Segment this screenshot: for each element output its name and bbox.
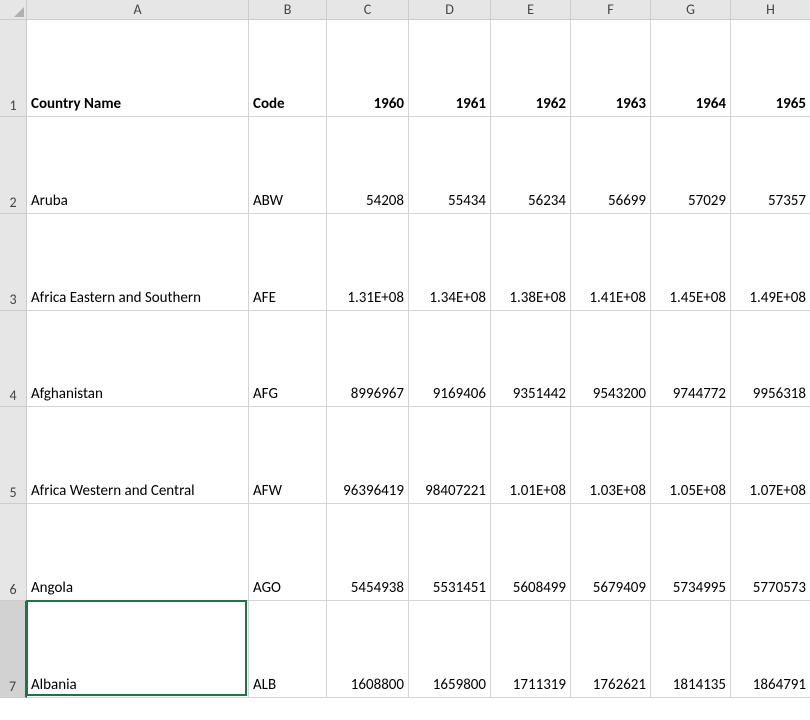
row-headers: 1234567 — [0, 20, 27, 698]
cell-B1[interactable]: Code — [249, 20, 327, 117]
cell-H1[interactable]: 1965 — [731, 20, 810, 117]
cell-G2[interactable]: 57029 — [651, 117, 731, 214]
cell-D6[interactable]: 5531451 — [409, 504, 491, 601]
cell-G5[interactable]: 1.05E+08 — [651, 407, 731, 504]
cell-D1[interactable]: 1961 — [409, 20, 491, 117]
cell-D7[interactable]: 1659800 — [409, 601, 491, 698]
row-header-3[interactable]: 3 — [0, 214, 27, 311]
cell-E2[interactable]: 56234 — [491, 117, 571, 214]
cell-A2[interactable]: Aruba — [27, 117, 249, 214]
cell-A4[interactable]: Afghanistan — [27, 311, 249, 407]
cell-C7[interactable]: 1608800 — [327, 601, 409, 698]
row-header-4[interactable]: 4 — [0, 311, 27, 407]
cell-C6[interactable]: 5454938 — [327, 504, 409, 601]
row-header-5[interactable]: 5 — [0, 407, 27, 504]
spreadsheet: ABCDEFGH 1234567 Country NameCode1960196… — [0, 0, 810, 720]
cell-D3[interactable]: 1.34E+08 — [409, 214, 491, 311]
row-header-6[interactable]: 6 — [0, 504, 27, 601]
column-header-G[interactable]: G — [651, 0, 731, 20]
cell-F2[interactable]: 56699 — [571, 117, 651, 214]
cell-C1[interactable]: 1960 — [327, 20, 409, 117]
row-header-1[interactable]: 1 — [0, 20, 27, 117]
cell-C3[interactable]: 1.31E+08 — [327, 214, 409, 311]
cell-E4[interactable]: 9351442 — [491, 311, 571, 407]
cell-B3[interactable]: AFE — [249, 214, 327, 311]
column-header-E[interactable]: E — [491, 0, 571, 20]
column-header-B[interactable]: B — [249, 0, 327, 20]
table-row: Africa Western and CentralAFW96396419984… — [27, 407, 810, 504]
table-row: Country NameCode196019611962196319641965 — [27, 20, 810, 117]
cell-B5[interactable]: AFW — [249, 407, 327, 504]
column-header-F[interactable]: F — [571, 0, 651, 20]
cell-G3[interactable]: 1.45E+08 — [651, 214, 731, 311]
cell-C2[interactable]: 54208 — [327, 117, 409, 214]
column-header-A[interactable]: A — [27, 0, 249, 20]
cell-C5[interactable]: 96396419 — [327, 407, 409, 504]
cell-H5[interactable]: 1.07E+08 — [731, 407, 810, 504]
cell-B6[interactable]: AGO — [249, 504, 327, 601]
row-header-2[interactable]: 2 — [0, 117, 27, 214]
column-header-D[interactable]: D — [409, 0, 491, 20]
table-row: ArubaABW542085543456234566995702957357 — [27, 117, 810, 214]
cell-D5[interactable]: 98407221 — [409, 407, 491, 504]
column-header-C[interactable]: C — [327, 0, 409, 20]
cell-F7[interactable]: 1762621 — [571, 601, 651, 698]
cell-H2[interactable]: 57357 — [731, 117, 810, 214]
cell-A7[interactable]: Albania — [27, 601, 249, 698]
cell-F6[interactable]: 5679409 — [571, 504, 651, 601]
table-row: AfghanistanAFG89969679169406935144295432… — [27, 311, 810, 407]
cell-G6[interactable]: 5734995 — [651, 504, 731, 601]
cell-A5[interactable]: Africa Western and Central — [27, 407, 249, 504]
cell-C4[interactable]: 8996967 — [327, 311, 409, 407]
cell-F5[interactable]: 1.03E+08 — [571, 407, 651, 504]
select-all-corner[interactable] — [0, 0, 27, 20]
cell-H6[interactable]: 5770573 — [731, 504, 810, 601]
cell-F4[interactable]: 9543200 — [571, 311, 651, 407]
cell-E1[interactable]: 1962 — [491, 20, 571, 117]
cell-H7[interactable]: 1864791 — [731, 601, 810, 698]
cell-H4[interactable]: 9956318 — [731, 311, 810, 407]
table-row: AngolaAGO5454938553145156084995679409573… — [27, 504, 810, 601]
cell-A6[interactable]: Angola — [27, 504, 249, 601]
cell-E7[interactable]: 1711319 — [491, 601, 571, 698]
table-row: AlbaniaALB160880016598001711319176262118… — [27, 601, 810, 698]
cell-H3[interactable]: 1.49E+08 — [731, 214, 810, 311]
cell-B7[interactable]: ALB — [249, 601, 327, 698]
column-headers: ABCDEFGH — [27, 0, 810, 20]
select-all-triangle-icon — [14, 7, 24, 17]
table-row: Africa Eastern and SouthernAFE1.31E+081.… — [27, 214, 810, 311]
cell-E6[interactable]: 5608499 — [491, 504, 571, 601]
row-header-7[interactable]: 7 — [0, 601, 27, 698]
cell-F3[interactable]: 1.41E+08 — [571, 214, 651, 311]
cell-F1[interactable]: 1963 — [571, 20, 651, 117]
cell-E5[interactable]: 1.01E+08 — [491, 407, 571, 504]
cell-D2[interactable]: 55434 — [409, 117, 491, 214]
cell-A3[interactable]: Africa Eastern and Southern — [27, 214, 249, 311]
cell-A1[interactable]: Country Name — [27, 20, 249, 117]
cell-G7[interactable]: 1814135 — [651, 601, 731, 698]
cell-grid: Country NameCode196019611962196319641965… — [27, 20, 810, 720]
cell-D4[interactable]: 9169406 — [409, 311, 491, 407]
cell-B4[interactable]: AFG — [249, 311, 327, 407]
cell-G1[interactable]: 1964 — [651, 20, 731, 117]
cell-B2[interactable]: ABW — [249, 117, 327, 214]
column-header-H[interactable]: H — [731, 0, 810, 20]
cell-G4[interactable]: 9744772 — [651, 311, 731, 407]
cell-E3[interactable]: 1.38E+08 — [491, 214, 571, 311]
